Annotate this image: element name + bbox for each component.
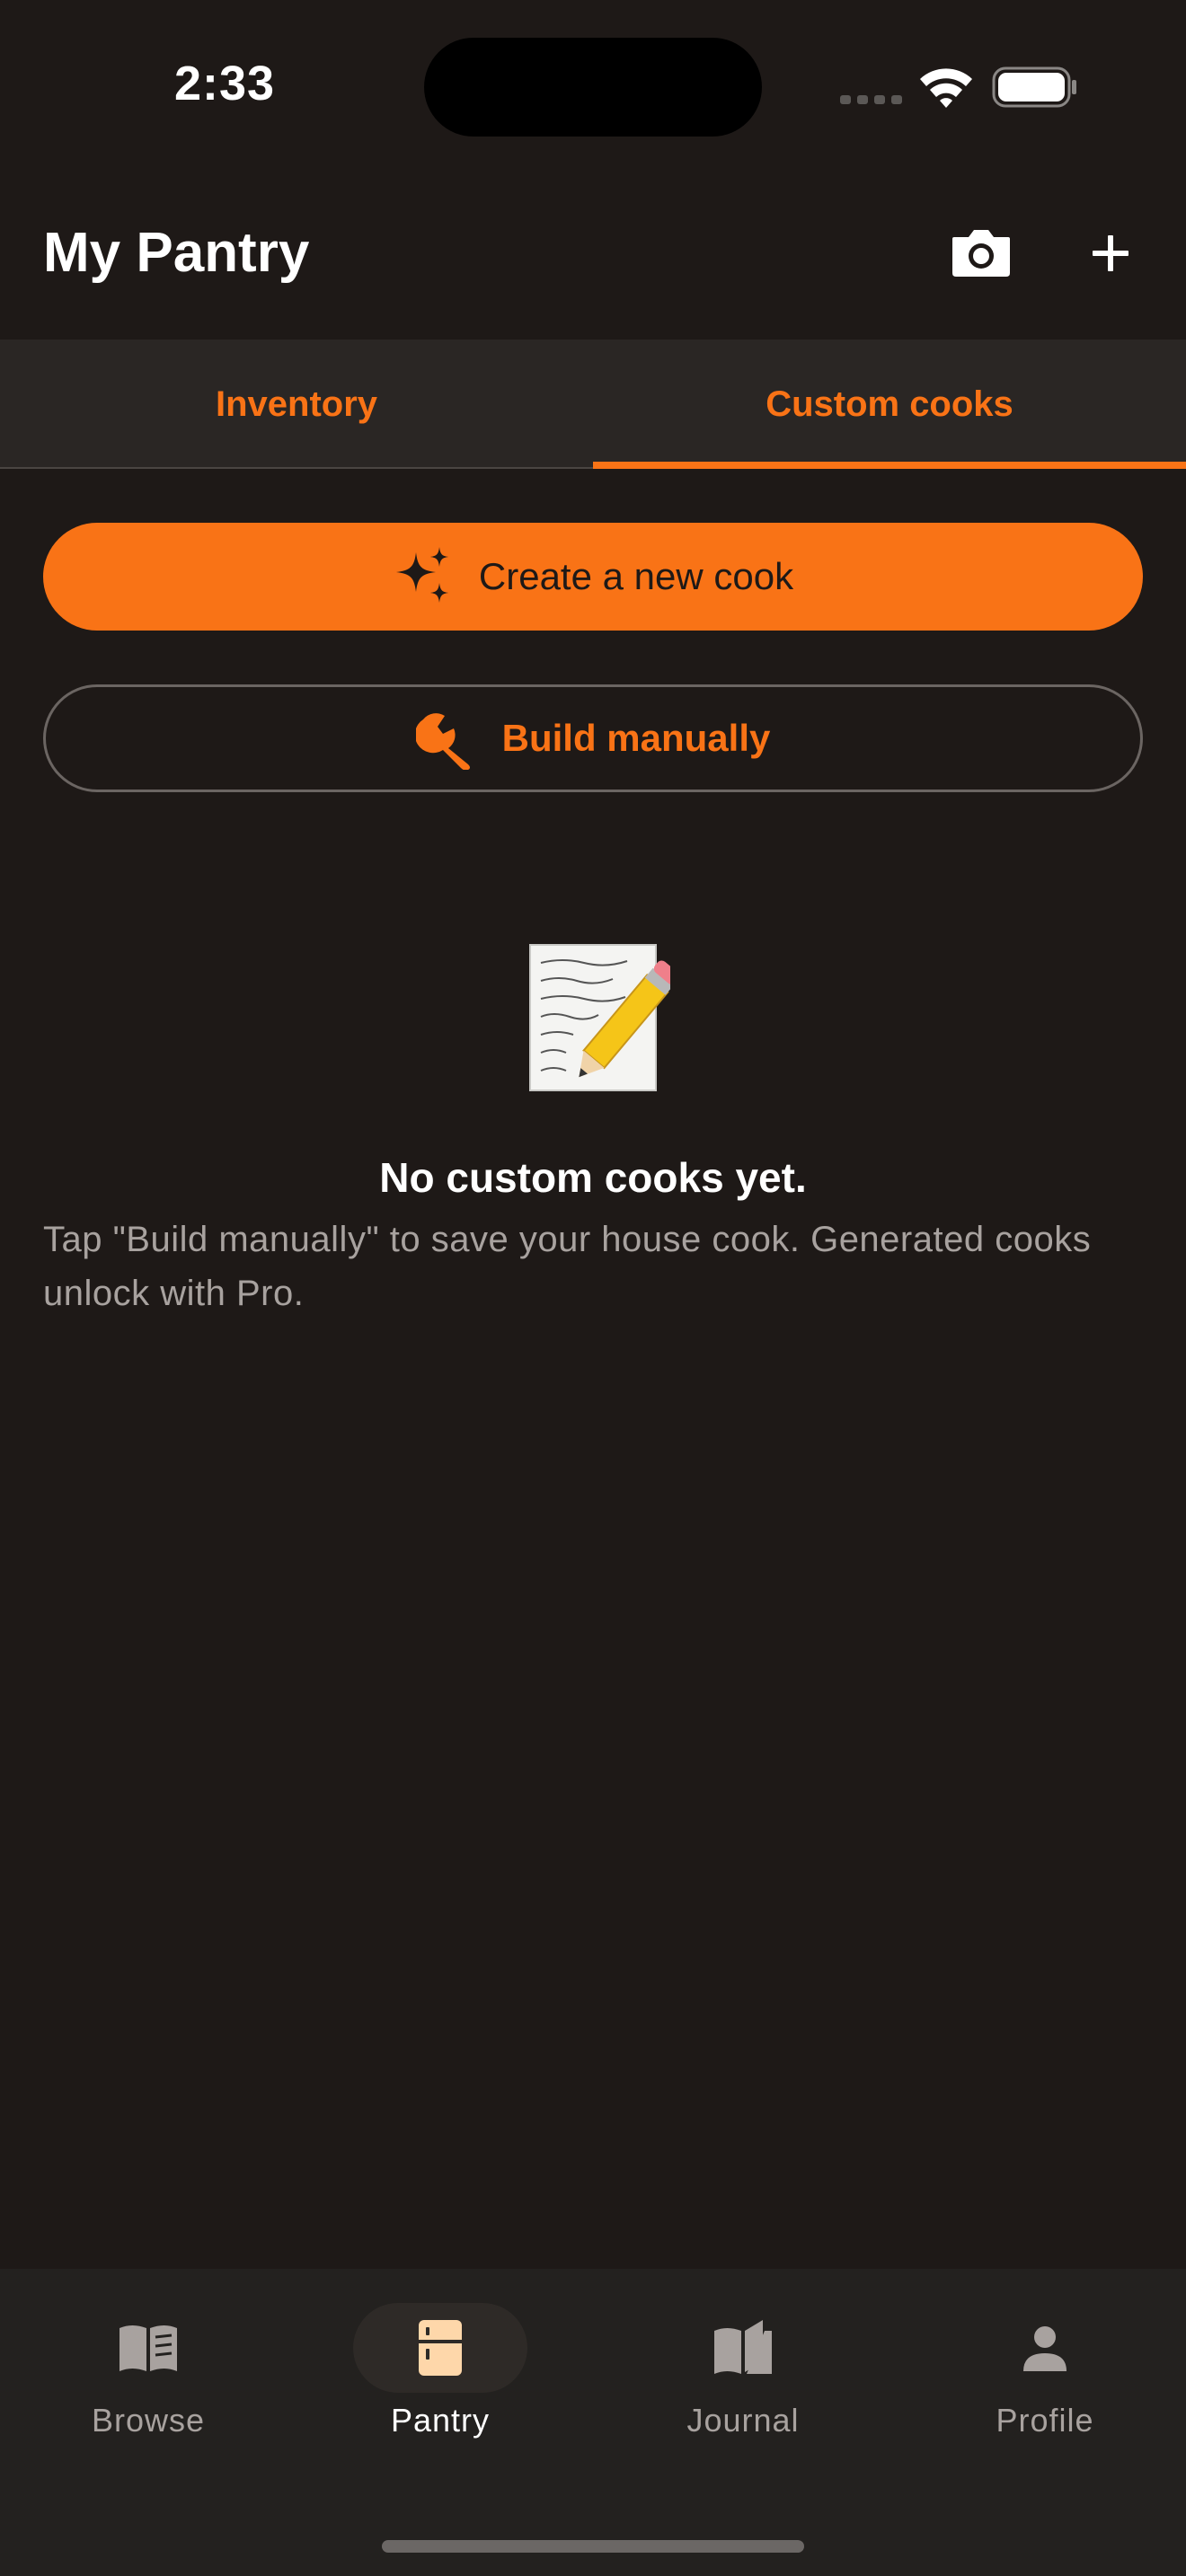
fridge-icon (419, 2320, 462, 2376)
empty-state-description: Tap "Build manually" to save your house … (43, 1220, 1092, 1313)
nav-browse[interactable]: Browse (0, 2269, 296, 2493)
active-tab-indicator (593, 462, 1186, 469)
nav-pantry-icon-wrap (353, 2303, 527, 2393)
nav-journal-icon-wrap (656, 2303, 830, 2393)
create-new-cook-button[interactable]: Create a new cook (43, 523, 1143, 631)
home-indicator (382, 2540, 804, 2553)
header: My Pantry (0, 198, 1186, 323)
tab-inventory[interactable]: Inventory (0, 340, 593, 469)
cellular-signal-icon (840, 95, 902, 104)
page-title: My Pantry (43, 222, 310, 284)
nav-browse-label: Browse (91, 2402, 206, 2439)
nav-profile-icon-wrap (958, 2303, 1132, 2393)
tab-bar: Inventory Custom cooks (0, 340, 1186, 469)
status-time: 2:33 (173, 57, 276, 110)
memo-pencil-icon (529, 944, 670, 1091)
nav-journal-label: Journal (686, 2402, 800, 2439)
dynamic-island (424, 38, 762, 137)
nav-pantry-label: Pantry (390, 2402, 491, 2439)
nav-pantry[interactable]: Pantry (292, 2269, 589, 2493)
book-open-icon (119, 2325, 177, 2371)
status-bar: 2:33 (0, 0, 1186, 171)
nav-profile[interactable]: Profile (897, 2269, 1186, 2493)
build-manually-button[interactable]: Build manually (43, 684, 1143, 792)
add-button[interactable] (1075, 217, 1146, 289)
wifi-icon (920, 68, 972, 108)
empty-state-title: No custom cooks yet. (379, 1154, 807, 1201)
journal-icon (714, 2320, 772, 2374)
create-new-cook-label: Create a new cook (478, 555, 794, 597)
tab-custom-cooks[interactable]: Custom cooks (593, 340, 1186, 469)
nav-journal[interactable]: Journal (595, 2269, 891, 2493)
battery-icon (992, 66, 1076, 108)
camera-button[interactable] (945, 217, 1017, 289)
build-manually-label: Build manually (501, 717, 771, 759)
plus-icon (1093, 235, 1128, 271)
person-icon (1023, 2326, 1067, 2371)
nav-profile-label: Profile (996, 2402, 1094, 2439)
bottom-nav: Browse Pantry Journal Profile (0, 2269, 1186, 2576)
wrench-icon (415, 713, 470, 770)
sparkles-icon (395, 547, 448, 603)
nav-browse-icon-wrap (61, 2303, 235, 2393)
camera-icon (952, 230, 1010, 277)
